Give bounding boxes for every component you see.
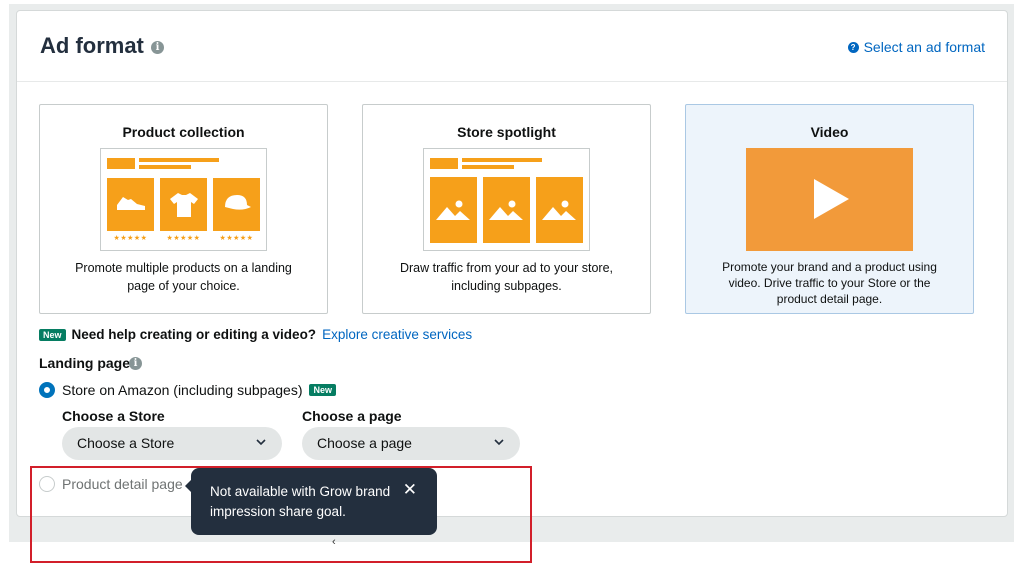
- product-tile-shoe: [107, 178, 154, 231]
- subhead-bar: [139, 165, 191, 169]
- product-collection-illustration: ★★★★★ ★★★★★ ★★★★★: [100, 148, 267, 251]
- choose-page-dropdown[interactable]: Choose a page: [302, 427, 520, 460]
- tile-description-line: page of your choice.: [127, 279, 240, 293]
- store-spotlight-illustration: [423, 148, 590, 251]
- choose-store-dropdown[interactable]: Choose a Store: [62, 427, 282, 460]
- dropdown-value: Choose a page: [317, 435, 412, 451]
- landing-page-label-text: Landing page: [39, 355, 130, 371]
- tile-description-line: including subpages.: [451, 279, 562, 293]
- help-link-label: Select an ad format: [863, 39, 985, 55]
- tile-title: Product collection: [122, 124, 245, 140]
- new-badge: New: [309, 384, 336, 396]
- tile-description-line: product detail page.: [776, 292, 883, 306]
- select-ad-format-link[interactable]: ? Select an ad format: [847, 39, 985, 55]
- logo-block: [107, 158, 135, 169]
- image-placeholder-icon: [430, 177, 477, 243]
- rating-stars: ★★★★★: [166, 235, 201, 242]
- info-icon[interactable]: i: [151, 41, 164, 54]
- chevron-down-icon: [256, 439, 266, 446]
- info-icon[interactable]: i: [129, 357, 142, 370]
- radio-button[interactable]: [39, 382, 55, 398]
- logo-block: [430, 158, 458, 169]
- new-badge: New: [39, 328, 66, 341]
- radio-label: Store on Amazon (including subpages): [62, 382, 303, 398]
- landing-page-label: Landing page: [39, 355, 130, 371]
- subhead-bar: [462, 165, 514, 169]
- headline-bar: [462, 158, 542, 162]
- image-placeholder-icon: [483, 177, 530, 243]
- video-illustration: [746, 148, 913, 251]
- tile-title: Store spotlight: [457, 124, 556, 140]
- tile-title: Video: [810, 124, 849, 140]
- image-placeholder-icon: [536, 177, 583, 243]
- creative-help-row: New Need help creating or editing a vide…: [39, 327, 472, 342]
- play-icon: [814, 179, 849, 219]
- radio-store-on-amazon[interactable]: Store on Amazon (including subpages) New: [39, 382, 336, 398]
- format-tile-store-spotlight[interactable]: Store spotlight Draw traffic from your a…: [362, 104, 651, 314]
- card-header: Ad format i ? Select an ad format: [17, 11, 1007, 82]
- highlight-box: [30, 466, 532, 563]
- format-tile-product-collection[interactable]: Product collection ★★★★★ ★★★★★ ★★★★★ Pro…: [39, 104, 328, 314]
- cursor-icon: ‹: [332, 536, 336, 548]
- help-icon: ?: [847, 41, 859, 53]
- creative-help-text: Need help creating or editing a video?: [71, 327, 317, 342]
- headline-bar: [139, 158, 219, 162]
- dropdown-value: Choose a Store: [77, 435, 175, 451]
- store-select-label: Choose a Store: [62, 408, 165, 424]
- product-tile-cap: [213, 178, 260, 231]
- chevron-down-icon: [494, 439, 504, 446]
- format-tile-video[interactable]: Video Promote your brand and a product u…: [685, 104, 974, 314]
- product-tile-shirt: [160, 178, 207, 231]
- page-select-label: Choose a page: [302, 408, 402, 424]
- tile-description-line: Draw traffic from your ad to your store,: [399, 261, 614, 275]
- rating-stars: ★★★★★: [113, 235, 148, 242]
- page-title: Ad format: [40, 33, 144, 58]
- rating-stars: ★★★★★: [219, 235, 254, 242]
- tile-description-line: Promote multiple products on a landing: [75, 261, 292, 275]
- explore-creative-services-link[interactable]: Explore creative services: [322, 327, 472, 342]
